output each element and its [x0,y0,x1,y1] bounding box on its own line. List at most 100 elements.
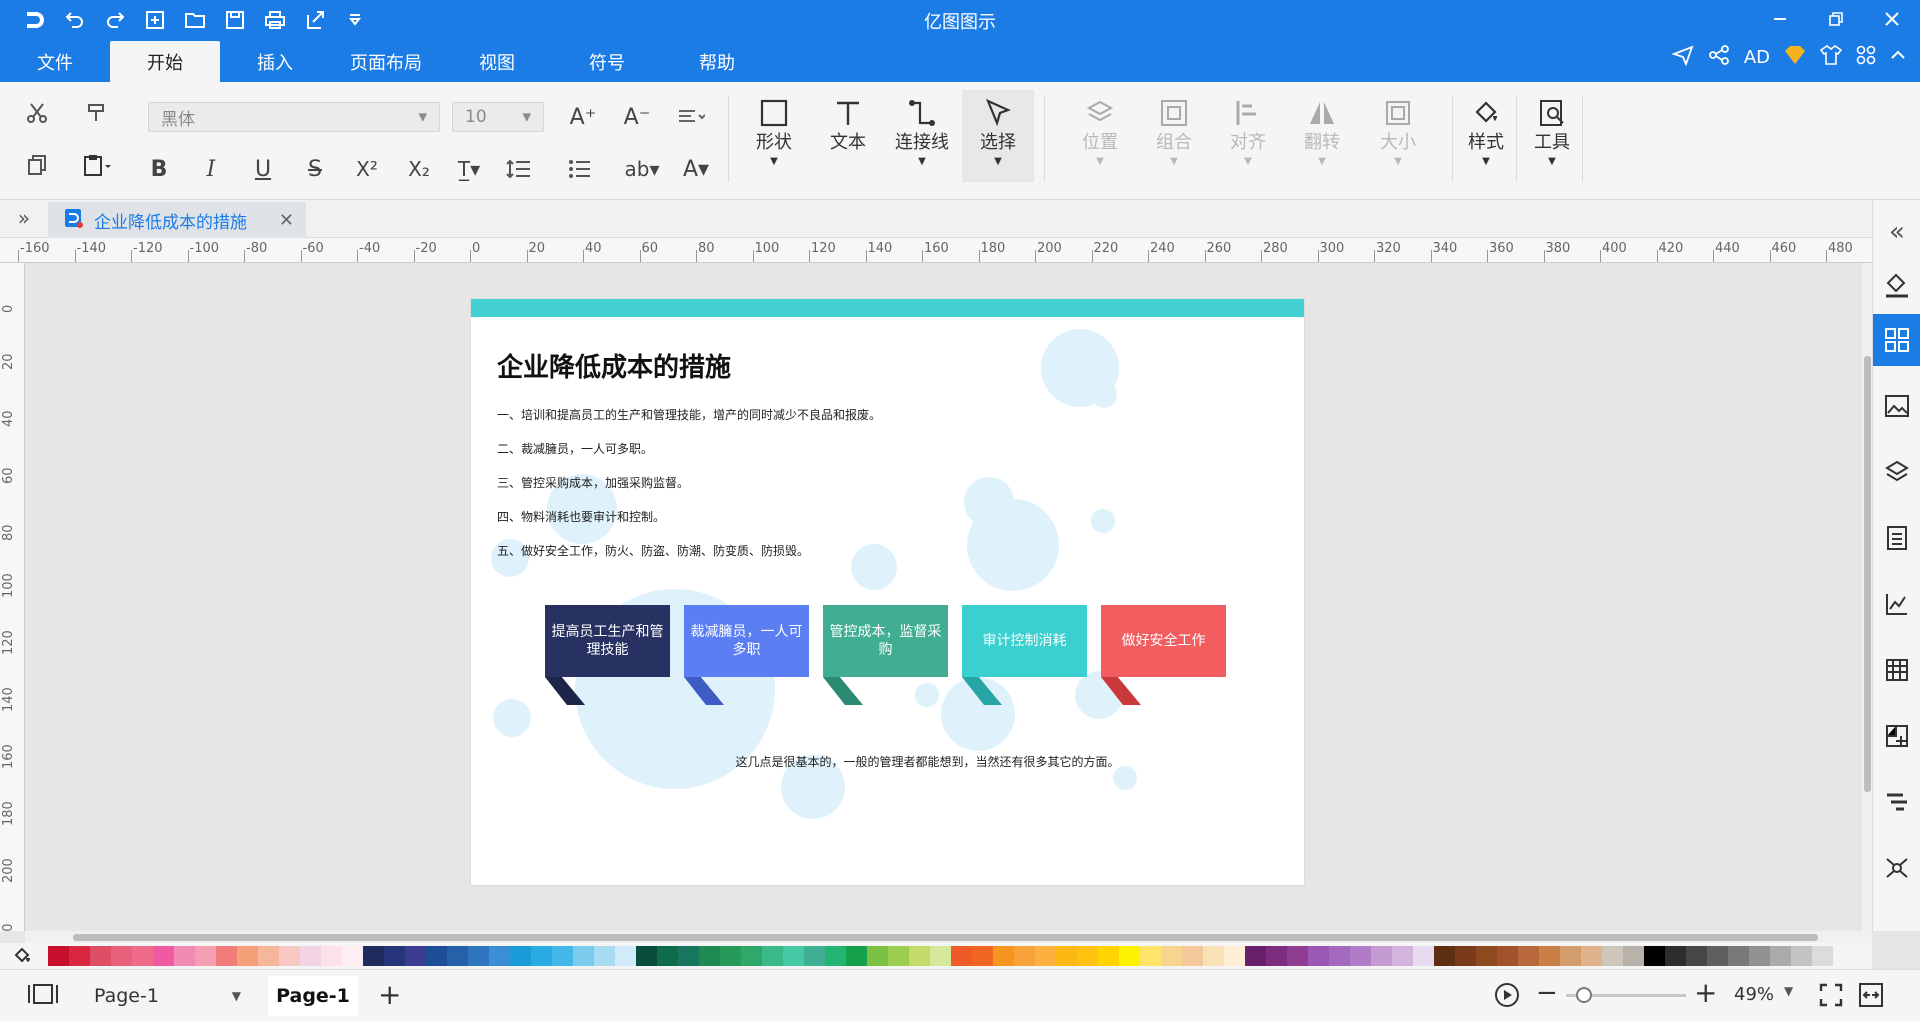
vertical-scrollbar[interactable] [1862,263,1872,931]
color-swatch[interactable] [1497,946,1518,966]
align-menu-icon[interactable] [674,100,708,134]
color-swatch[interactable] [447,946,468,966]
tab-symbols[interactable]: 符号 [552,41,662,82]
color-swatch[interactable] [783,946,804,966]
color-swatch[interactable] [951,946,972,966]
color-swatch[interactable] [1812,946,1833,966]
color-swatch[interactable] [1686,946,1707,966]
color-swatch[interactable] [48,946,69,966]
send-icon[interactable] [1671,44,1694,71]
superscript-icon[interactable]: X² [350,152,384,186]
zoom-in-icon[interactable]: + [1694,976,1717,1009]
close-tab-icon[interactable]: ✕ [279,210,294,231]
paste-icon[interactable] [80,148,114,182]
select-button[interactable]: 选择 ▼ [962,90,1034,182]
color-swatch[interactable] [636,946,657,966]
underline-icon[interactable]: U [246,152,280,186]
color-swatch[interactable] [1392,946,1413,966]
color-swatch[interactable] [1539,946,1560,966]
color-swatch[interactable] [1707,946,1728,966]
expand-library-icon[interactable]: » [12,206,36,230]
color-swatch[interactable] [762,946,783,966]
color-swatch[interactable] [552,946,573,966]
color-swatch[interactable] [825,946,846,966]
bullets-icon[interactable] [566,152,600,186]
color-swatch[interactable] [300,946,321,966]
connector-button[interactable]: 连接线 ▼ [886,90,958,182]
color-swatch[interactable] [1602,946,1623,966]
table-icon[interactable] [1873,644,1920,696]
apps-grid-icon[interactable] [1856,45,1876,70]
callout-box-4[interactable]: 审计控制消耗 [962,605,1087,677]
bold-icon[interactable]: B [142,152,176,186]
color-swatch[interactable] [69,946,90,966]
minimize-icon[interactable] [1752,0,1808,38]
subscript-icon[interactable]: X₂ [402,152,436,186]
color-swatch[interactable] [1119,946,1140,966]
color-swatch[interactable] [1665,946,1686,966]
color-swatch[interactable] [1350,946,1371,966]
tab-file[interactable]: 文件 [0,41,110,82]
diagram-page[interactable]: 企业降低成本的措施 一、培训和提高员工的生产和管理技能，增产的同时减少不良品和报… [471,299,1304,885]
color-swatch[interactable] [972,946,993,966]
color-swatch[interactable] [1749,946,1770,966]
callout-box-2[interactable]: 裁减臃员，一人可多职 [684,605,809,677]
color-swatch[interactable] [1014,946,1035,966]
color-swatch[interactable] [1245,946,1266,966]
color-swatch[interactable] [699,946,720,966]
color-swatch[interactable] [363,946,384,966]
color-swatch[interactable] [888,946,909,966]
flip-button[interactable]: 翻转 ▼ [1286,90,1358,182]
color-swatch[interactable] [1560,946,1581,966]
layers-icon[interactable] [1873,446,1920,498]
color-swatch[interactable] [741,946,762,966]
strikethrough-icon[interactable]: S [298,152,332,186]
group-button[interactable]: 组合 ▼ [1138,90,1210,182]
document-tab[interactable]: 企业降低成本的措施 ✕ [48,202,306,238]
color-swatch[interactable] [468,946,489,966]
tab-insert[interactable]: 插入 [220,41,330,82]
size-button[interactable]: 大小 ▼ [1362,90,1434,182]
add-page-icon[interactable]: + [378,978,401,1011]
copy-icon[interactable] [20,148,54,182]
format-painter-icon[interactable] [80,96,114,130]
color-swatch[interactable] [1056,946,1077,966]
callout-box-5[interactable]: 做好安全工作 [1101,605,1226,677]
color-swatch[interactable] [1203,946,1224,966]
color-swatch[interactable] [90,946,111,966]
vertical-scroll-thumb[interactable] [1864,356,1871,792]
color-swatch[interactable] [1833,946,1854,966]
color-swatch[interactable] [1518,946,1539,966]
line-spacing-icon[interactable] [504,152,538,186]
color-swatch[interactable] [153,946,174,966]
collapse-panel-icon[interactable]: « [1873,206,1920,258]
color-swatch[interactable] [1266,946,1287,966]
color-swatch[interactable] [342,946,363,966]
font-family-select[interactable]: 黑体 ▾ [148,102,440,132]
color-swatch[interactable] [321,946,342,966]
tab-page-layout[interactable]: 页面布局 [330,41,442,82]
color-swatch[interactable] [1434,946,1455,966]
color-swatch[interactable] [1413,946,1434,966]
page-selector[interactable]: Page-1 ▼ [80,976,255,1016]
play-presentation-icon[interactable] [1494,982,1520,1012]
color-swatch[interactable] [1770,946,1791,966]
color-swatch[interactable] [867,946,888,966]
color-swatch[interactable] [1224,946,1245,966]
color-swatch[interactable] [1371,946,1392,966]
align-button[interactable]: 对齐 ▼ [1212,90,1284,182]
color-swatch[interactable] [1182,946,1203,966]
font-shrink-icon[interactable]: A⁻ [620,100,654,134]
gantt-icon[interactable] [1873,776,1920,828]
tools-button[interactable]: 工具 ▼ [1516,90,1588,182]
color-swatch[interactable] [615,946,636,966]
callout-box-1[interactable]: 提高员工生产和管理技能 [545,605,670,677]
tab-help[interactable]: 帮助 [662,41,772,82]
color-swatch[interactable] [195,946,216,966]
tab-home[interactable]: 开始 [110,41,220,82]
chart-icon[interactable] [1873,578,1920,630]
skin-shirt-icon[interactable] [1819,44,1843,71]
close-icon[interactable] [1864,0,1920,38]
font-grow-icon[interactable]: A⁺ [566,100,600,134]
color-swatch[interactable] [1287,946,1308,966]
